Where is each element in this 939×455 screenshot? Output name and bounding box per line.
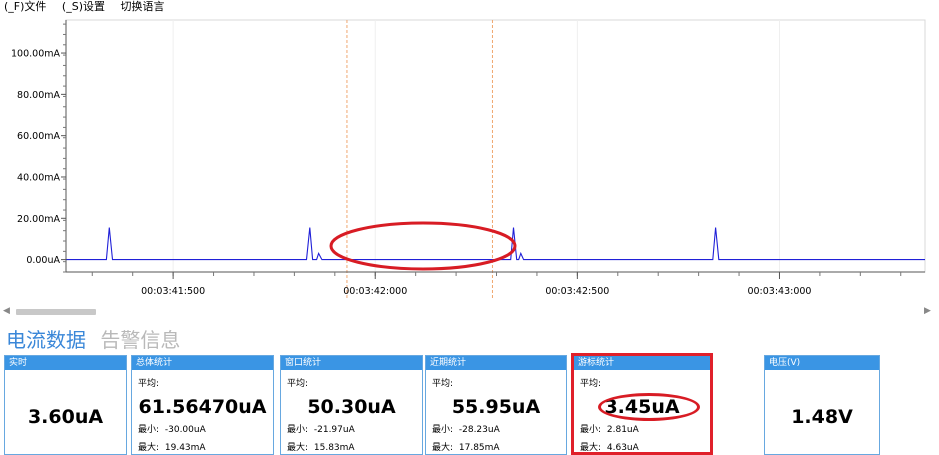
avg-label: 平均: — [580, 379, 602, 389]
window-min-value: -21.97uA — [313, 425, 355, 435]
annotation-ellipse-chart — [329, 221, 517, 271]
menu-language[interactable]: 切换语言 — [121, 0, 165, 13]
total-max-row: 最大: 19.43mA — [138, 440, 206, 453]
x-tick-label: 00:03:43:000 — [747, 286, 811, 297]
recent-min-value: -28.23uA — [458, 425, 500, 435]
panel-cursor-stats: 游标统计 平均: 3.45uA 最小: 2.81uA 最大: 4.63uA — [573, 355, 711, 455]
window-avg-value: 50.30uA — [307, 396, 396, 418]
scroll-left-arrow-icon[interactable]: ◀ — [3, 306, 10, 316]
horizontal-scrollbar[interactable]: ◀ ▶ — [0, 304, 939, 320]
x-tick-label: 00:03:41:500 — [141, 286, 205, 297]
tab-alarm-info[interactable]: 告警信息 — [100, 328, 180, 352]
max-label: 最大: — [580, 443, 602, 453]
min-label: 最小: — [580, 425, 602, 435]
max-label: 最大: — [138, 443, 160, 453]
y-tick-label: 40.00mA — [17, 172, 60, 183]
recent-max-value: 17.85mA — [458, 443, 500, 453]
total-max-value: 19.43mA — [164, 443, 206, 453]
y-tick-label: 20.00mA — [17, 214, 60, 225]
y-tick-label: 100.00mA — [11, 49, 60, 60]
cursor-max-row: 最大: 4.63uA — [580, 440, 639, 453]
total-avg-value: 61.56470uA — [138, 396, 267, 418]
cursor-avg-value: 3.45uA — [604, 396, 680, 418]
chart-grid — [65, 19, 926, 273]
plot-frame — [65, 19, 926, 273]
panel-title: 实时 — [5, 356, 126, 370]
menu-bar: (_F)文件 (_S)设置 切换语言 — [0, 0, 939, 16]
cursor-min-value: 2.81uA — [606, 425, 639, 435]
menu-settings[interactable]: (_S)设置 — [62, 0, 105, 13]
cursor-max-value: 4.63uA — [606, 443, 639, 453]
panel-total-stats: 总体统计 平均: 61.56470uA 最小: -30.00uA 最大: 19.… — [131, 355, 274, 455]
panel-window-stats: 窗口统计 平均: 50.30uA 最小: -21.97uA 最大: 15.83m… — [280, 355, 423, 455]
window-min-row: 最小: -21.97uA — [287, 422, 355, 435]
scrollbar-thumb[interactable] — [16, 309, 96, 315]
panel-realtime: 实时 3.60uA — [4, 355, 127, 455]
panel-title: 总体统计 — [132, 356, 273, 370]
y-tick-label: 80.00mA — [17, 90, 60, 101]
cursor-min-row: 最小: 2.81uA — [580, 422, 639, 435]
panel-recent-stats: 近期统计 平均: 55.95uA 最小: -28.23uA 最大: 17.85m… — [425, 355, 567, 455]
recent-min-row: 最小: -28.23uA — [432, 422, 500, 435]
panel-title: 窗口统计 — [281, 356, 422, 370]
panel-title: 游标统计 — [574, 356, 710, 370]
x-tick-label: 00:03:42:000 — [343, 286, 407, 297]
window-max-value: 15.83mA — [313, 443, 355, 453]
min-label: 最小: — [138, 425, 160, 435]
max-label: 最大: — [287, 443, 309, 453]
recent-max-row: 最大: 17.85mA — [432, 440, 500, 453]
voltage-value: 1.48V — [791, 406, 853, 428]
recent-avg-value: 55.95uA — [451, 396, 541, 418]
menu-file[interactable]: (_F)文件 — [4, 0, 46, 13]
total-min-value: -30.00uA — [164, 425, 206, 435]
realtime-value: 3.60uA — [27, 406, 104, 428]
avg-label: 平均: — [432, 379, 454, 389]
tab-current-data[interactable]: 电流数据 — [6, 328, 86, 352]
scroll-right-arrow-icon[interactable]: ▶ — [924, 306, 931, 316]
max-label: 最大: — [432, 443, 454, 453]
y-tick-label: 0.00uA — [26, 255, 60, 266]
chart-axes: 100.00mA 80.00mA 60.00mA 40.00mA 20.00mA 0.00… — [11, 20, 925, 297]
avg-label: 平均: — [138, 379, 160, 389]
panel-title: 电压(V) — [765, 356, 879, 370]
min-label: 最小: — [432, 425, 454, 435]
avg-label: 平均: — [287, 379, 309, 389]
x-tick-label: 00:03:42:500 — [545, 286, 609, 297]
data-tabs: 电流数据 告警信息 — [6, 324, 188, 352]
panel-voltage: 电压(V) 1.48V — [764, 355, 880, 455]
window-max-row: 最大: 15.83mA — [287, 440, 355, 453]
panel-title: 近期统计 — [426, 356, 566, 370]
y-tick-label: 60.00mA — [17, 131, 60, 142]
min-label: 最小: — [287, 425, 309, 435]
current-chart[interactable]: 100.00mA 80.00mA 60.00mA 40.00mA 20.00mA 0.00… — [0, 16, 939, 304]
chart-cursors[interactable] — [346, 20, 493, 298]
total-min-row: 最小: -30.00uA — [138, 422, 206, 435]
